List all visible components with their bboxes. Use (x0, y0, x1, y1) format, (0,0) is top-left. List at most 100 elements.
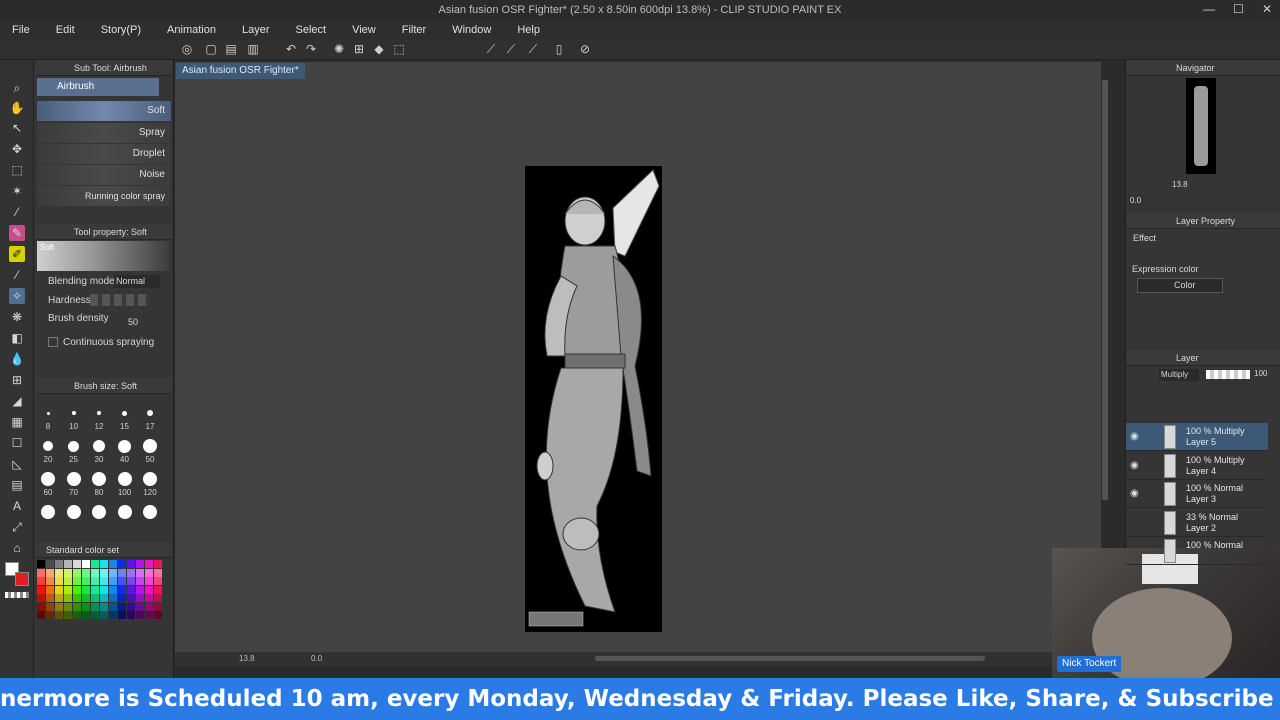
palette-swatch[interactable] (64, 568, 72, 577)
decoration-tool-icon[interactable]: ❋ (9, 309, 25, 325)
palette-swatch[interactable] (73, 585, 81, 594)
palette-swatch[interactable] (37, 611, 45, 619)
palette-swatch[interactable] (118, 611, 126, 619)
palette-swatch[interactable] (154, 560, 162, 568)
brush-size-dot[interactable] (41, 505, 55, 519)
palette-swatch[interactable] (82, 602, 90, 611)
close-icon[interactable]: ✕ (1262, 2, 1272, 16)
palette-swatch[interactable] (82, 611, 90, 619)
palette-swatch[interactable] (109, 611, 117, 619)
eraser-tool-icon[interactable]: ◧ (9, 330, 25, 346)
palette-swatch[interactable] (127, 568, 135, 577)
palette-swatch[interactable] (55, 577, 63, 585)
palette-swatch[interactable] (145, 611, 153, 619)
palette-swatch[interactable] (82, 594, 90, 602)
pad-icon[interactable]: ▯ (552, 42, 566, 56)
brush-size-dot[interactable] (92, 472, 106, 486)
palette-swatch[interactable] (145, 560, 153, 568)
brush-size-dot[interactable] (97, 411, 101, 415)
layer-row[interactable]: 33 % Normal Layer 2 (1126, 509, 1268, 537)
palette-swatch[interactable] (109, 594, 117, 602)
brush-size-dot[interactable] (43, 441, 53, 451)
maximize-icon[interactable]: ☐ (1233, 2, 1244, 16)
zoom-tool-icon[interactable]: ⌕ (9, 80, 25, 96)
palette-swatch[interactable] (73, 577, 81, 585)
palette-swatch[interactable] (109, 585, 117, 594)
text-tool-icon[interactable]: A (9, 498, 25, 514)
palette-swatch[interactable] (127, 611, 135, 619)
brush-size-dot[interactable] (68, 440, 79, 452)
palette-swatch[interactable] (37, 577, 45, 585)
brush-size-dot[interactable] (143, 439, 157, 453)
layer-blend-mode-select[interactable]: Multiply (1159, 369, 1199, 381)
direct-draw-tool-icon[interactable]: ▤ (9, 477, 25, 493)
palette-swatch[interactable] (91, 602, 99, 611)
brush-size-dot[interactable] (71, 411, 76, 415)
layer-row[interactable]: ◉ 100 % Multiply Layer 5 (1126, 423, 1268, 451)
palette-swatch[interactable] (46, 585, 54, 594)
menu-edit[interactable]: Edit (56, 24, 75, 36)
brush-size-dot[interactable] (92, 505, 106, 519)
palette-swatch[interactable] (136, 611, 144, 619)
palette-swatch[interactable] (100, 585, 108, 594)
selection-tool-icon[interactable]: ⬚ (9, 162, 25, 178)
palette-swatch[interactable] (118, 568, 126, 577)
palette-swatch[interactable] (145, 602, 153, 611)
layer-row[interactable]: ◉ 100 % Multiply Layer 4 (1126, 452, 1268, 480)
palette-swatch[interactable] (118, 560, 126, 568)
palette-swatch[interactable] (136, 585, 144, 594)
palette-swatch[interactable] (46, 611, 54, 619)
brush-size-dot[interactable] (93, 440, 105, 452)
brush-size-dot[interactable] (66, 505, 81, 519)
palette-swatch[interactable] (100, 594, 108, 602)
brush-size-dot[interactable] (118, 439, 131, 453)
airbrush-tool-icon[interactable]: ✧ (9, 288, 25, 304)
palette-swatch[interactable] (73, 602, 81, 611)
brush-size-dot[interactable] (66, 472, 81, 486)
snap-ruler-icon[interactable]: ⟋ (484, 42, 498, 56)
clear-icon[interactable]: ✺ (332, 42, 346, 56)
brush-size-dot[interactable] (117, 505, 132, 519)
move-hand-tool-icon[interactable]: ✋ (9, 100, 25, 116)
palette-swatch[interactable] (109, 577, 117, 585)
clip-studio-icon[interactable]: ◎ (180, 42, 194, 56)
palette-swatch[interactable] (127, 560, 135, 568)
palette-swatch[interactable] (91, 577, 99, 585)
artwork-canvas[interactable] (525, 166, 662, 632)
menu-animation[interactable]: Animation (167, 24, 216, 36)
menu-layer[interactable]: Layer (242, 24, 270, 36)
transform-icon[interactable]: ⬚ (392, 42, 406, 56)
palette-swatch[interactable] (46, 560, 54, 568)
save-icon[interactable]: ▥ (246, 42, 260, 56)
palette-swatch[interactable] (100, 568, 108, 577)
pencil-tool-icon[interactable]: ✐ (9, 246, 25, 262)
redo-icon[interactable]: ↷ (304, 42, 318, 56)
palette-swatch[interactable] (73, 594, 81, 602)
canvas-zoom-value[interactable]: 13.8 (239, 654, 255, 663)
palette-swatch[interactable] (46, 568, 54, 577)
palette-swatch[interactable] (55, 594, 63, 602)
palette-swatch[interactable] (64, 560, 72, 568)
palette-swatch[interactable] (91, 568, 99, 577)
menu-select[interactable]: Select (296, 24, 327, 36)
canvas-vertical-scrollbar[interactable] (1102, 80, 1108, 500)
new-file-icon[interactable]: ▢ (204, 42, 218, 56)
palette-swatch[interactable] (37, 568, 45, 577)
canvas-horizontal-scrollbar[interactable] (595, 656, 985, 661)
palette-swatch[interactable] (118, 585, 126, 594)
figure-tool-icon[interactable]: ⊞ (9, 372, 25, 388)
palette-swatch[interactable] (145, 568, 153, 577)
brush-running-color-spray[interactable]: Running color spray (37, 186, 171, 206)
palette-swatch[interactable] (46, 602, 54, 611)
expression-color-select[interactable]: Color (1137, 278, 1223, 293)
palette-swatch[interactable] (127, 585, 135, 594)
move-layer-tool-icon[interactable]: ✥ (9, 141, 25, 157)
palette-swatch[interactable] (46, 594, 54, 602)
palette-swatch[interactable] (46, 577, 54, 585)
pen-tool-icon[interactable]: ✎ (9, 225, 25, 241)
balloon-tool-icon[interactable]: ⤢ (9, 519, 25, 535)
palette-swatch[interactable] (82, 560, 90, 568)
palette-swatch[interactable] (127, 577, 135, 585)
blending-mode-select[interactable]: Normal (114, 275, 160, 288)
palette-swatch[interactable] (145, 577, 153, 585)
